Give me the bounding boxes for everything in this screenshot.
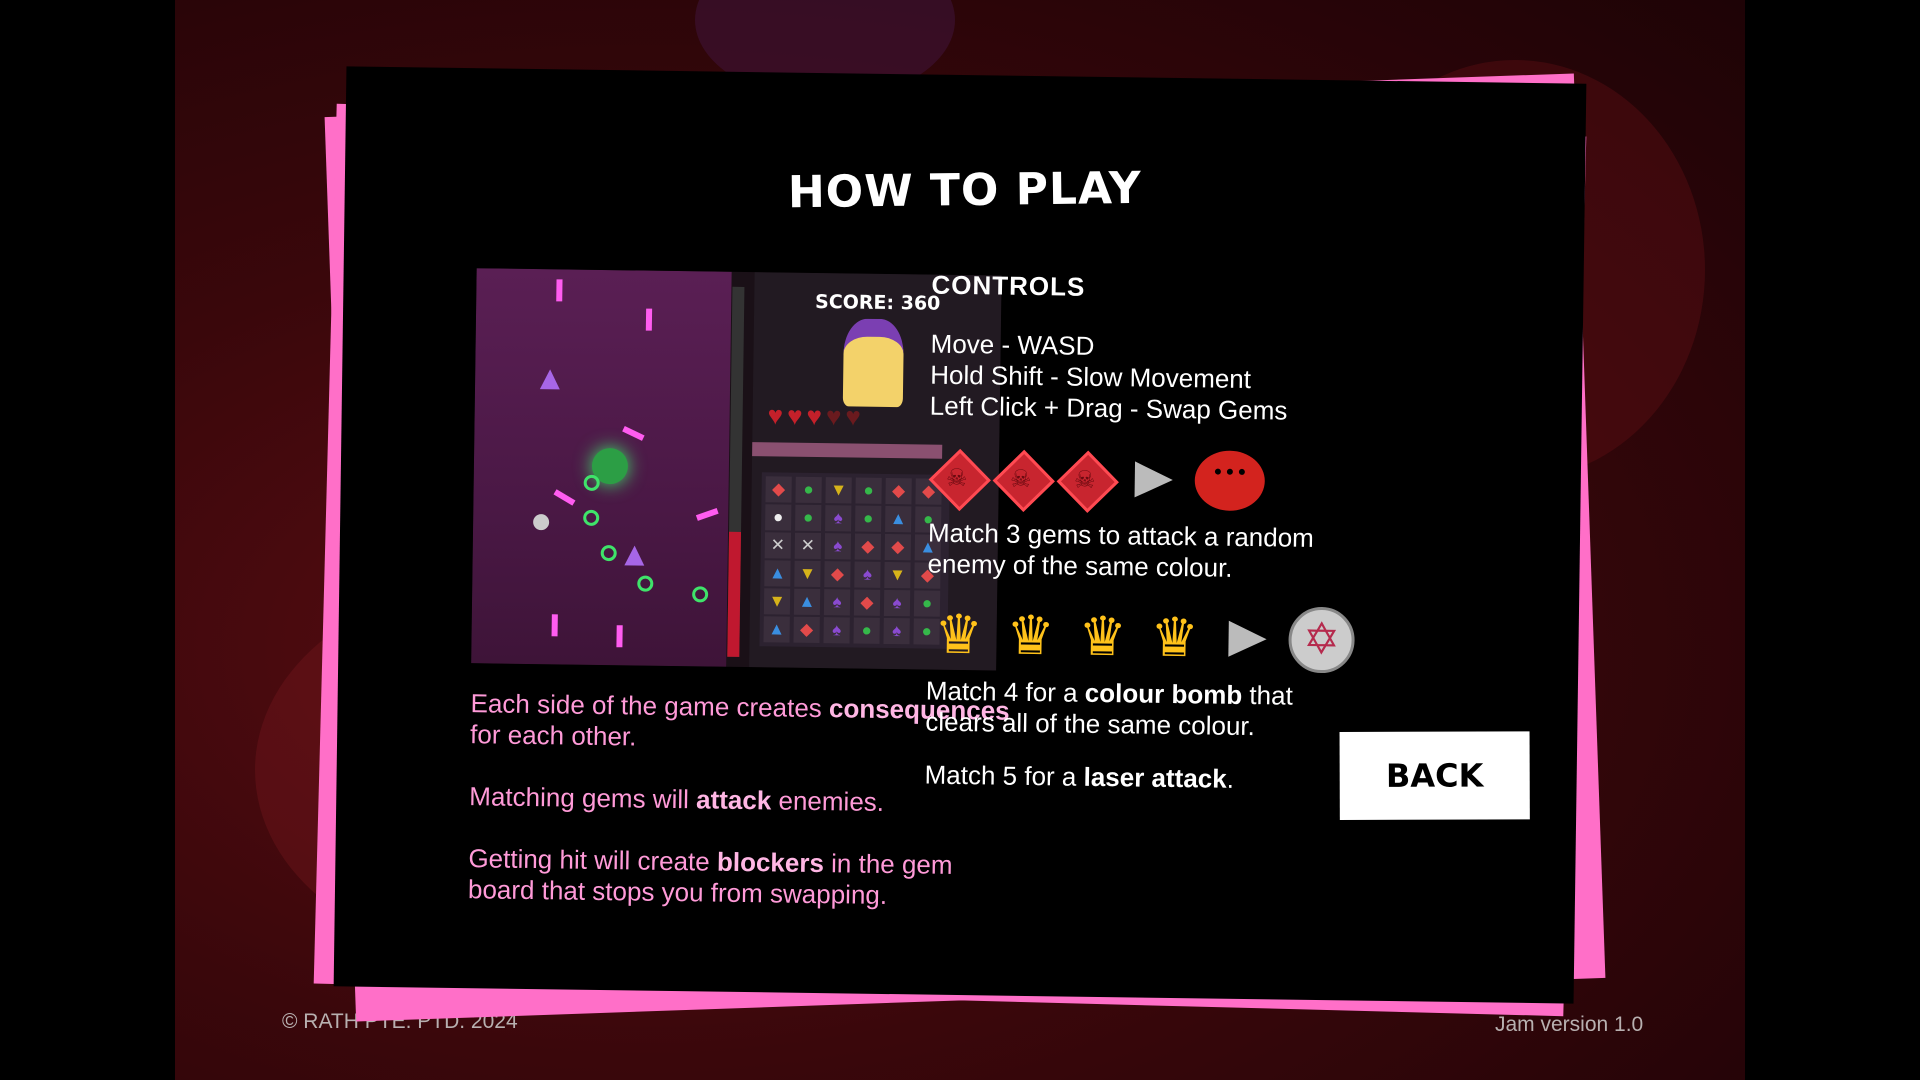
bullet-icon xyxy=(645,308,653,331)
bullet-icon xyxy=(556,279,563,302)
gem-yellow-icon: ▼ xyxy=(794,560,821,588)
ring-icon xyxy=(583,509,600,526)
shooter-side-preview: ▲ ▲ xyxy=(471,268,732,667)
gameplay-preview: ▲ ▲ SCORE: 360 ♥♥♥♥♥ ◆ ● ▼ ● ◆ ◆ ● ● ♠ ●… xyxy=(471,268,1002,671)
blocker-icon: ✕ xyxy=(794,532,822,560)
enemy-icon: ▲ xyxy=(532,359,568,398)
witch-avatar-icon xyxy=(842,318,905,408)
gem-green-icon: ● xyxy=(795,476,822,504)
gem-green-icon: ● xyxy=(795,504,822,532)
description-emphasis: attack xyxy=(695,784,772,816)
back-button[interactable]: BACK xyxy=(1339,731,1530,820)
ring-icon xyxy=(637,575,654,592)
gem-red-icon: ◆ xyxy=(884,533,912,561)
enemy-icon: ▲ xyxy=(617,535,652,574)
gem-blue-icon: ▲ xyxy=(763,616,790,643)
ring-icon xyxy=(600,544,617,562)
match4-text-part: Match 4 for a xyxy=(925,675,1085,708)
yellow-gem-icon: ♛ xyxy=(1149,607,1200,669)
gem-purple-icon: ♠ xyxy=(824,533,852,560)
ring-icon xyxy=(692,586,709,603)
arrow-right-icon xyxy=(1134,461,1174,498)
gem-white-icon: ● xyxy=(765,504,792,531)
gem-board: ◆ ● ▼ ● ◆ ◆ ● ● ♠ ● ▲ ● ✕ ✕ ♠ ◆ ◆ ▲ ▲ ▼ xyxy=(759,472,950,649)
how-to-play-panel: HOW TO PLAY ▲ ▲ SCORE: 360 ♥♥♥♥♥ ◆ ● ▼ ●… xyxy=(333,66,1587,1004)
balance-meter-fill xyxy=(727,531,742,657)
gem-red-icon: ◆ xyxy=(824,561,851,588)
match4-illustration: ♛ ♛ ♛ ♛ ✡ xyxy=(926,600,1367,676)
match5-text-part: . xyxy=(1226,763,1235,794)
bullet-icon xyxy=(551,614,558,637)
match5-text: Match 5 for a laser attack. xyxy=(924,760,1364,797)
gem-yellow-icon: ▼ xyxy=(763,588,791,615)
blocker-icon: ✕ xyxy=(764,532,792,559)
gem-blue-icon: ▲ xyxy=(793,588,821,616)
red-gem-icon: ☠ xyxy=(992,449,1049,506)
yellow-gem-icon: ♛ xyxy=(1005,605,1056,667)
controls-heading: CONTROLS xyxy=(931,269,1086,302)
match3-illustration: ☠ ☠ ☠ xyxy=(928,442,1369,518)
ring-icon xyxy=(583,474,600,491)
page-title: HOW TO PLAY xyxy=(787,162,1143,219)
player-icon xyxy=(533,514,550,531)
description-text: Getting hit will create xyxy=(468,843,718,877)
gem-green-icon: ● xyxy=(855,505,882,532)
description-text: enemies. xyxy=(771,785,885,817)
gem-purple-icon: ♠ xyxy=(825,505,852,532)
bullet-icon xyxy=(553,489,576,506)
description-emphasis: blockers xyxy=(716,846,825,879)
control-line: Left Click + Drag - Swap Gems xyxy=(929,390,1288,426)
match3-text: Match 3 gems to attack a random enemy of… xyxy=(927,517,1315,583)
controls-section: CONTROLS Move - WASD Hold Shift - Slow M… xyxy=(924,270,1371,797)
bullet-icon xyxy=(695,508,719,521)
red-gem-icon: ☠ xyxy=(928,449,985,506)
gem-green-icon: ● xyxy=(853,617,880,644)
gem-yellow-icon: ▼ xyxy=(884,561,911,589)
gem-purple-icon: ♠ xyxy=(854,561,881,588)
gem-purple-icon: ♠ xyxy=(883,617,910,645)
gem-purple-icon: ♠ xyxy=(823,617,850,644)
gem-green-icon: ● xyxy=(855,477,882,504)
hearts-row: ♥♥♥♥♥ xyxy=(767,400,866,432)
match4-text: Match 4 for a colour bomb that clears al… xyxy=(925,676,1366,744)
gem-red-icon: ◆ xyxy=(765,476,792,503)
version-text: Jam version 1.0 xyxy=(1495,1013,1644,1036)
description-paragraph: Getting hit will create blockers in the … xyxy=(468,843,1009,913)
description-text: Matching gems will xyxy=(469,781,697,815)
match5-emphasis: laser attack xyxy=(1083,761,1227,794)
bullet-icon xyxy=(616,625,623,648)
gem-purple-icon: ♠ xyxy=(823,589,851,616)
match5-text-part: Match 5 for a xyxy=(924,759,1084,792)
gem-red-icon: ◆ xyxy=(853,589,881,616)
match4-emphasis: colour bomb xyxy=(1084,677,1243,710)
gem-red-icon: ◆ xyxy=(885,477,912,505)
bullet-icon xyxy=(622,425,645,441)
gem-red-icon: ◆ xyxy=(854,533,882,560)
gem-blue-icon: ▲ xyxy=(764,560,791,587)
arrow-right-icon xyxy=(1228,620,1267,658)
divider xyxy=(752,442,943,459)
red-gem-icon: ☠ xyxy=(1056,450,1113,507)
gem-red-icon: ◆ xyxy=(793,616,820,644)
description-text: Each side of the game creates xyxy=(470,688,830,724)
description-text: for each other. xyxy=(469,719,637,752)
yellow-gem-icon: ♛ xyxy=(1077,606,1128,668)
gem-blue-icon: ▲ xyxy=(885,505,912,533)
yellow-gem-icon: ♛ xyxy=(933,604,984,666)
red-enemy-icon xyxy=(1194,450,1266,512)
gem-yellow-icon: ▼ xyxy=(825,477,852,504)
colour-bomb-icon: ✡ xyxy=(1288,606,1356,674)
gem-purple-icon: ♠ xyxy=(883,589,911,617)
